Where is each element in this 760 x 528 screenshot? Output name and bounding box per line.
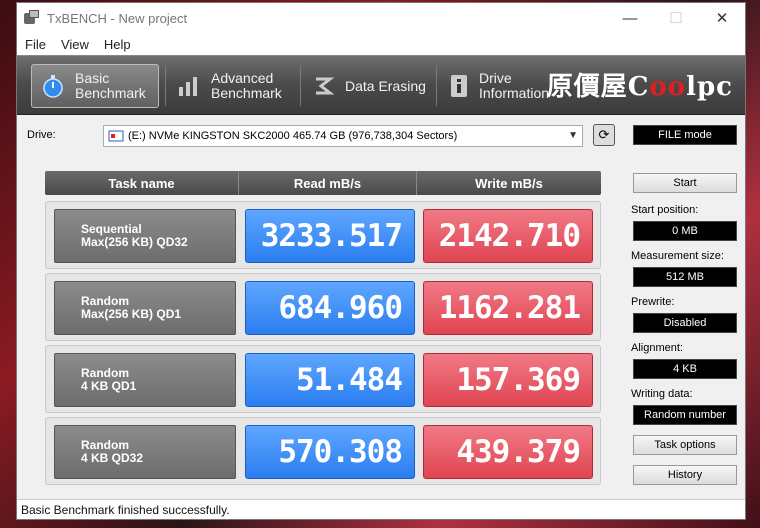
eraser-icon: [316, 77, 335, 95]
drive-info-icon: [451, 75, 467, 97]
drive-icon: [108, 130, 124, 142]
start-position-label: Start position:: [631, 204, 699, 216]
menu-view[interactable]: View: [61, 37, 89, 52]
tab-basic-line1: Basic: [75, 70, 110, 86]
menu-file[interactable]: File: [25, 37, 46, 52]
window-title: TxBENCH - New project: [47, 10, 188, 26]
drive-label: Drive:: [27, 129, 56, 141]
task-button[interactable]: Random 4 KB QD32: [54, 425, 236, 479]
task-button[interactable]: Random 4 KB QD1: [54, 353, 236, 407]
bench-row-4k-qd32: Random 4 KB QD32 570.308 439.379: [45, 417, 601, 485]
main-toolbar: Basic Benchmark Advanced Benchmark Data Er…: [17, 55, 745, 115]
tab-advanced-line2: Benchmark: [211, 85, 282, 101]
start-button[interactable]: Start: [633, 173, 737, 193]
read-value: 3233.517: [245, 209, 415, 263]
alignment-value[interactable]: 4 KB: [633, 359, 737, 379]
menu-help[interactable]: Help: [104, 37, 131, 52]
tab-drive-line1: Drive: [479, 70, 512, 86]
task-button[interactable]: Sequential Max(256 KB) QD32: [54, 209, 236, 263]
results-header: Task name Read mB/s Write mB/s: [45, 171, 601, 195]
refresh-icon: ⟳: [598, 127, 610, 142]
tab-basic-line2: Benchmark: [75, 85, 146, 101]
history-button[interactable]: History: [633, 465, 737, 485]
refresh-button[interactable]: ⟳: [593, 124, 615, 146]
minimize-button[interactable]: —: [607, 3, 653, 33]
header-write: Write mB/s: [475, 175, 543, 191]
tab-advanced-line1: Advanced: [211, 70, 274, 86]
chevron-down-icon: ▼: [568, 130, 578, 141]
tab-drive-line2: Information: [479, 85, 550, 101]
writing-data-value[interactable]: Random number: [633, 405, 737, 425]
header-read: Read mB/s: [239, 171, 417, 195]
bench-row-seq: Sequential Max(256 KB) QD32 3233.517 2142…: [45, 201, 601, 269]
title-bar: TxBENCH - New project — ☐ ✕: [17, 3, 745, 33]
read-value: 684.960: [245, 281, 415, 335]
writing-data-label: Writing data:: [631, 388, 693, 400]
brand-logo: 原價屋Coolpc: [546, 72, 733, 102]
write-value: 157.369: [423, 353, 593, 407]
maximize-button[interactable]: ☐: [653, 3, 699, 33]
bench-row-rnd256: Random Max(256 KB) QD1 684.960 1162.281: [45, 273, 601, 341]
stopwatch-icon: [43, 75, 63, 98]
tab-basic-benchmark[interactable]: Basic Benchmark: [31, 64, 159, 108]
app-window: TxBENCH - New project — ☐ ✕ File View He…: [16, 2, 746, 520]
write-value: 439.379: [423, 425, 593, 479]
status-text: Basic Benchmark finished successfully.: [21, 502, 230, 517]
close-button[interactable]: ✕: [699, 3, 745, 33]
app-icon: [24, 10, 40, 26]
drive-select-value: (E:) NVMe KINGSTON SKC2000 465.74 GB (97…: [128, 130, 458, 142]
mode-indicator: FILE mode: [633, 125, 737, 145]
tab-erasing-label: Data Erasing: [345, 77, 426, 94]
read-value: 51.484: [245, 353, 415, 407]
prewrite-value[interactable]: Disabled: [633, 313, 737, 333]
measurement-size-label: Measurement size:: [631, 250, 724, 262]
alignment-label: Alignment:: [631, 342, 683, 354]
read-value: 570.308: [245, 425, 415, 479]
write-value: 2142.710: [423, 209, 593, 263]
drive-select[interactable]: (E:) NVMe KINGSTON SKC2000 465.74 GB (97…: [103, 125, 583, 147]
menu-bar: File View Help: [17, 33, 745, 55]
bench-row-4k-qd1: Random 4 KB QD1 51.484 157.369: [45, 345, 601, 413]
write-value: 1162.281: [423, 281, 593, 335]
task-options-button[interactable]: Task options: [633, 435, 737, 455]
start-position-value[interactable]: 0 MB: [633, 221, 737, 241]
header-task-name: Task name: [45, 171, 239, 195]
tab-advanced-benchmark[interactable]: Advanced Benchmark: [173, 64, 297, 108]
task-button[interactable]: Random Max(256 KB) QD1: [54, 281, 236, 335]
prewrite-label: Prewrite:: [631, 296, 675, 308]
status-bar: Basic Benchmark finished successfully.: [17, 499, 745, 519]
tab-data-erasing[interactable]: Data Erasing: [309, 64, 433, 108]
bar-chart-icon: [179, 77, 197, 96]
measurement-size-value[interactable]: 512 MB: [633, 267, 737, 287]
